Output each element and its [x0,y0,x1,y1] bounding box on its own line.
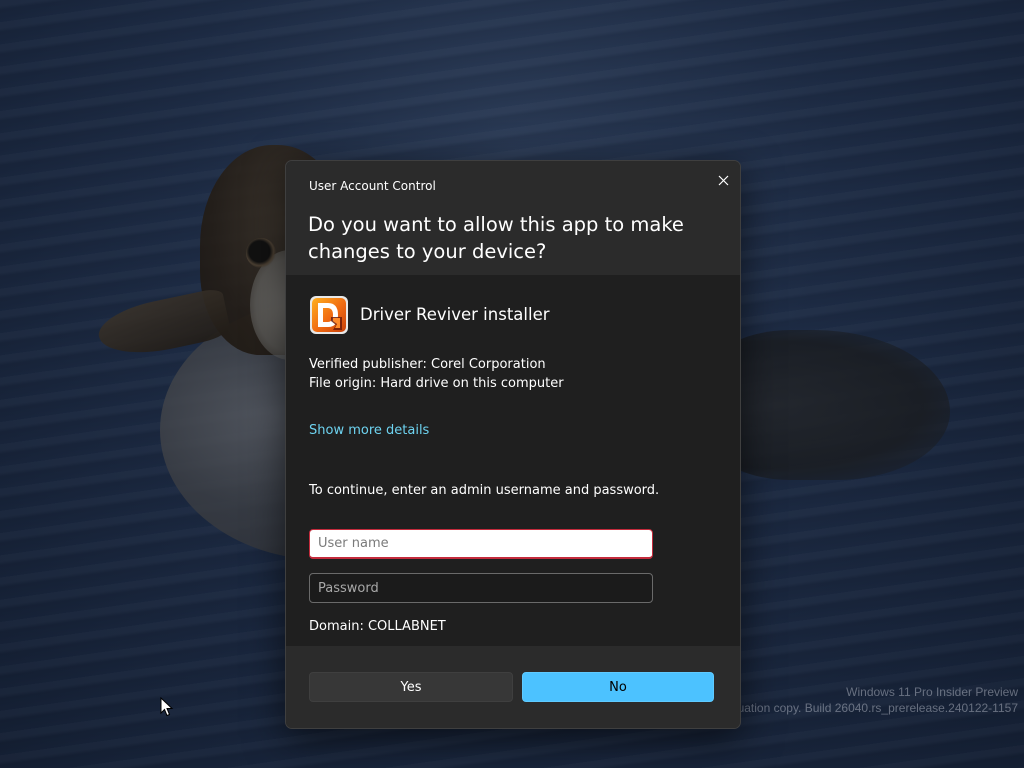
driver-reviver-icon [310,296,348,334]
username-input[interactable] [309,529,653,559]
windows-watermark: Windows 11 Pro Insider Preview Evaluatio… [714,684,1018,716]
password-input[interactable] [309,573,653,603]
wallpaper-duck-eye [246,238,276,268]
app-name: Driver Reviver installer [360,305,550,324]
file-origin: File origin: Hard drive on this computer [309,376,564,391]
dialog-title: User Account Control [309,179,436,193]
verified-publisher: Verified publisher: Corel Corporation [309,357,546,372]
show-more-details-link[interactable]: Show more details [309,423,429,438]
yes-button[interactable]: Yes [309,672,513,702]
mouse-cursor-icon [160,697,174,717]
close-button[interactable] [712,169,734,191]
watermark-edition: Windows 11 Pro Insider Preview [846,685,1018,699]
close-icon [718,175,728,185]
dialog-body: Driver Reviver installer Verified publis… [286,275,740,646]
watermark-build: Evaluation copy. Build 26040.rs_prerelea… [714,701,1018,715]
domain-label: Domain: COLLABNET [309,619,446,634]
dialog-footer: Yes No [286,646,740,728]
dialog-header: User Account Control Do you want to allo… [286,161,740,275]
admin-instruction: To continue, enter an admin username and… [309,483,660,498]
no-button[interactable]: No [522,672,714,702]
uac-dialog: User Account Control Do you want to allo… [285,160,741,729]
prompt-question: Do you want to allow this app to make ch… [308,213,684,263]
